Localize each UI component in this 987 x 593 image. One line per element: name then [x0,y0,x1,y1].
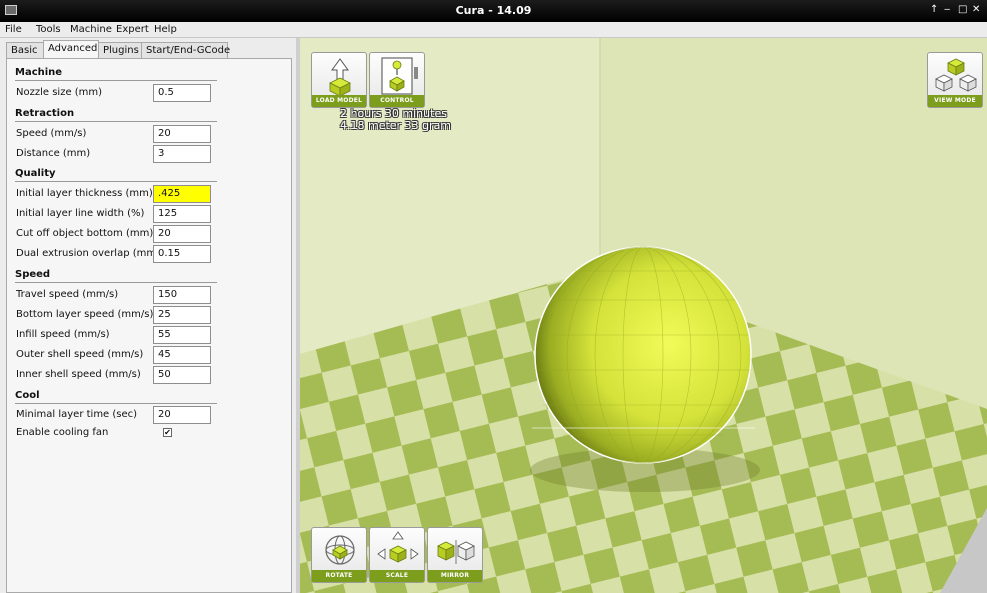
retraction-distance-label: Distance (mm) [16,148,91,159]
inner-shell-speed-label: Inner shell speed (mm/s) [16,369,141,380]
section-divider [15,80,217,81]
section-divider [15,121,217,122]
scale-label: SCALE [370,570,424,582]
print-estimate: 2 hours 30 minutes 4.18 meter 33 gram [340,108,451,132]
view-mode-button[interactable]: VIEW MODE [927,52,983,108]
load-model-label: LOAD MODEL [312,95,366,107]
scale-button[interactable]: SCALE [369,527,425,583]
section-speed: Speed [15,269,51,280]
tab-basic[interactable]: Basic [6,42,44,59]
infill-speed-input[interactable]: 55 [153,326,211,344]
view-mode-label: VIEW MODE [928,95,982,107]
initial-layer-thickness-input[interactable]: .425 [153,185,211,203]
retraction-distance-input[interactable]: 3 [153,145,211,163]
section-divider [15,181,217,182]
minimize-icon[interactable]: ‒ [944,4,950,15]
nozzle-size-label: Nozzle size (mm) [16,87,103,98]
scale-icon [377,531,419,563]
keep-above-icon[interactable]: ↑ [930,4,938,15]
section-retraction: Retraction [15,108,75,119]
cut-off-object-bottom-input[interactable]: 20 [153,225,211,243]
minimal-layer-time-input[interactable]: 20 [153,406,211,424]
dual-extrusion-overlap-label: Dual extrusion overlap (mm) [16,248,161,259]
tab-plugins[interactable]: Plugins [98,42,142,59]
outer-shell-speed-label: Outer shell speed (mm/s) [16,349,144,360]
view-mode-icon [935,58,977,92]
bottom-layer-speed-input[interactable]: 25 [153,306,211,324]
print-amount-text: 4.18 meter 33 gram [340,119,452,132]
section-machine: Machine [15,67,63,78]
3d-viewport[interactable]: LOAD MODEL CONTROL 2 hours 30 minutes 4.… [300,38,987,593]
initial-layer-line-width-label: Initial layer line width (%) [16,208,145,219]
window-title: Cura - 14.09 [455,4,532,17]
inner-shell-speed-input[interactable]: 50 [153,366,211,384]
mirror-button[interactable]: MIRROR [427,527,483,583]
load-model-icon [329,58,351,97]
cut-off-object-bottom-label: Cut off object bottom (mm) [16,228,154,239]
travel-speed-label: Travel speed (mm/s) [16,289,119,300]
printer-control-icon [381,57,418,95]
mirror-icon [437,540,475,564]
section-divider [15,403,217,404]
section-divider [15,282,217,283]
initial-layer-thickness-label: Initial layer thickness (mm) [16,188,153,199]
section-quality: Quality [15,168,56,179]
outer-shell-speed-input[interactable]: 45 [153,346,211,364]
menu-bar: File Tools Machine Expert Help [0,22,987,38]
enable-cooling-fan-label: Enable cooling fan [16,427,109,438]
rotate-icon [325,535,355,565]
advanced-settings-form: Machine Nozzle size (mm) 0.5 Retraction … [6,58,292,593]
maximize-icon[interactable]: □ [958,4,967,15]
dual-extrusion-overlap-input[interactable]: 0.15 [153,245,211,263]
tab-advanced[interactable]: Advanced [43,40,99,59]
menu-tools[interactable]: Tools [36,24,61,35]
infill-speed-label: Infill speed (mm/s) [16,329,110,340]
menu-help[interactable]: Help [154,24,177,35]
settings-panel: Basic Advanced Plugins Start/End-GCode M… [0,38,296,593]
enable-cooling-fan-checkbox[interactable]: ✔ [163,428,172,437]
close-icon[interactable]: ✕ [972,4,980,15]
travel-speed-input[interactable]: 150 [153,286,211,304]
control-label: CONTROL [370,95,424,107]
section-cool: Cool [15,390,40,401]
menu-machine[interactable]: Machine [70,24,112,35]
nozzle-size-input[interactable]: 0.5 [153,84,211,102]
retraction-speed-label: Speed (mm/s) [16,128,87,139]
menu-file[interactable]: File [5,24,22,35]
mirror-label: MIRROR [428,570,482,582]
tab-start-end-gcode[interactable]: Start/End-GCode [141,42,230,59]
control-button[interactable]: CONTROL [369,52,425,108]
load-model-button[interactable]: LOAD MODEL [311,52,367,108]
initial-layer-line-width-input[interactable]: 125 [153,205,211,223]
menu-expert[interactable]: Expert [116,24,149,35]
rotate-button[interactable]: ROTATE [311,527,367,583]
rotate-label: ROTATE [312,570,366,582]
title-bar: Cura - 14.09 ↑ ‒ □ ✕ [0,0,987,22]
minimal-layer-time-label: Minimal layer time (sec) [16,409,138,420]
retraction-speed-input[interactable]: 20 [153,125,211,143]
bottom-layer-speed-label: Bottom layer speed (mm/s) [16,309,154,320]
